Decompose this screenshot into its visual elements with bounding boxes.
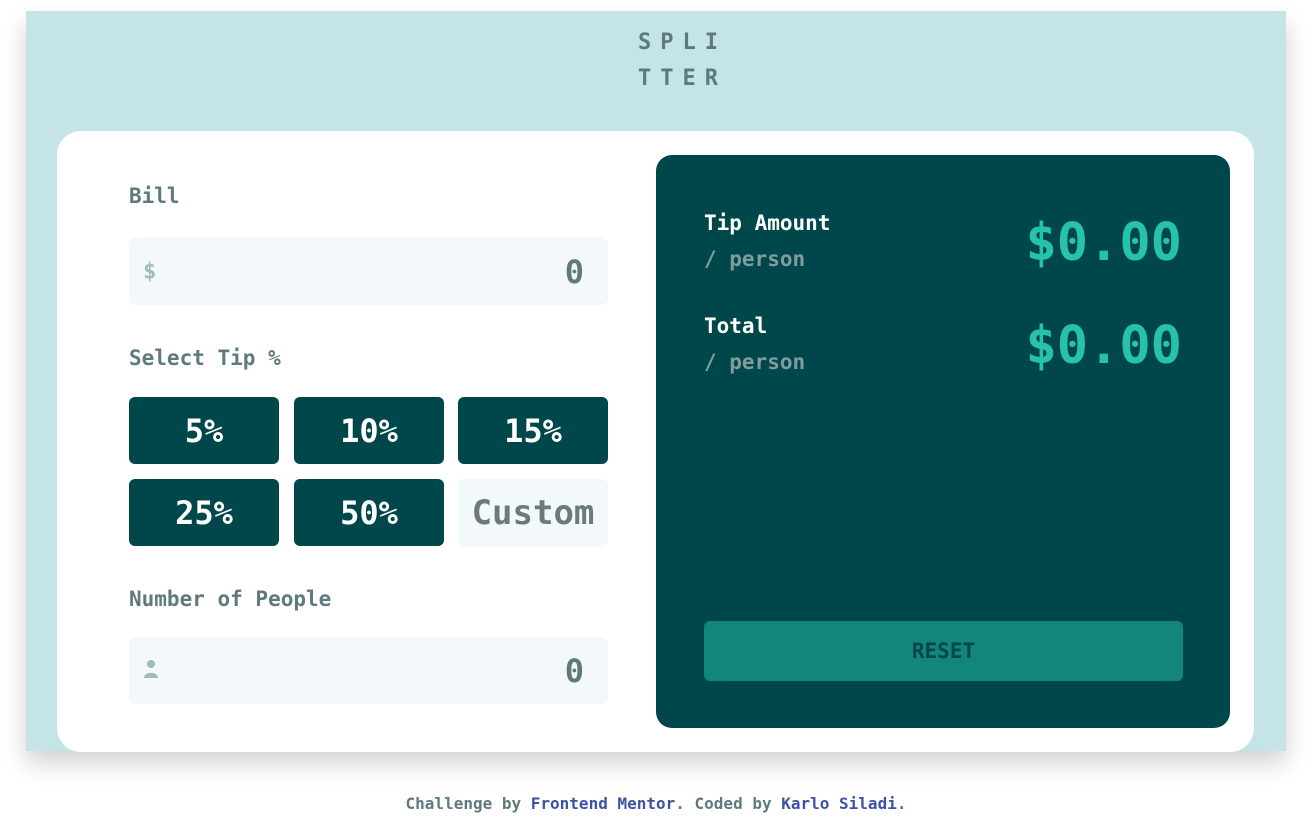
custom-tip-input[interactable]: Custom bbox=[458, 479, 608, 546]
total-subtitle: / person bbox=[704, 350, 806, 374]
total-title: Total bbox=[704, 314, 768, 338]
attribution-middle: . Coded by bbox=[675, 794, 782, 813]
people-input[interactable]: 0 bbox=[129, 637, 608, 704]
tip-button-25[interactable]: 25% bbox=[129, 479, 279, 546]
person-icon bbox=[143, 659, 159, 683]
bill-label: Bill bbox=[129, 184, 180, 208]
tip-button-15[interactable]: 15% bbox=[458, 397, 608, 464]
people-value: 0 bbox=[564, 651, 584, 690]
attribution-suffix: . bbox=[896, 794, 907, 813]
app-logo: SPLI TTER bbox=[638, 25, 738, 97]
tip-button-5[interactable]: 5% bbox=[129, 397, 279, 464]
logo-line-1: SPLI bbox=[638, 30, 727, 55]
reset-button[interactable]: RESET bbox=[704, 621, 1183, 681]
total-value: $0.00 bbox=[1025, 316, 1182, 376]
tip-button-50[interactable]: 50% bbox=[294, 479, 444, 546]
calculator-card: Bill $ 0 Select Tip % 5% 10% 15% 25% 50%… bbox=[57, 131, 1254, 752]
tip-amount-subtitle: / person bbox=[704, 247, 806, 271]
results-panel: Tip Amount / person $0.00 Total / person… bbox=[656, 155, 1230, 728]
dollar-icon: $ bbox=[143, 259, 157, 284]
frontend-mentor-link[interactable]: Frontend Mentor bbox=[531, 794, 676, 813]
attribution-prefix: Challenge by bbox=[405, 794, 531, 813]
author-link[interactable]: Karlo Siladi bbox=[781, 794, 897, 813]
bill-value: 0 bbox=[564, 252, 584, 291]
logo-line-2: TTER bbox=[638, 66, 727, 91]
tip-amount-title: Tip Amount bbox=[704, 211, 831, 235]
people-label: Number of People bbox=[129, 587, 332, 611]
attribution: Challenge by Frontend Mentor. Coded by K… bbox=[0, 794, 1312, 813]
bill-input[interactable]: $ 0 bbox=[129, 238, 608, 305]
tip-amount-value: $0.00 bbox=[1025, 213, 1182, 273]
select-tip-label: Select Tip % bbox=[129, 346, 281, 370]
tip-button-10[interactable]: 10% bbox=[294, 397, 444, 464]
